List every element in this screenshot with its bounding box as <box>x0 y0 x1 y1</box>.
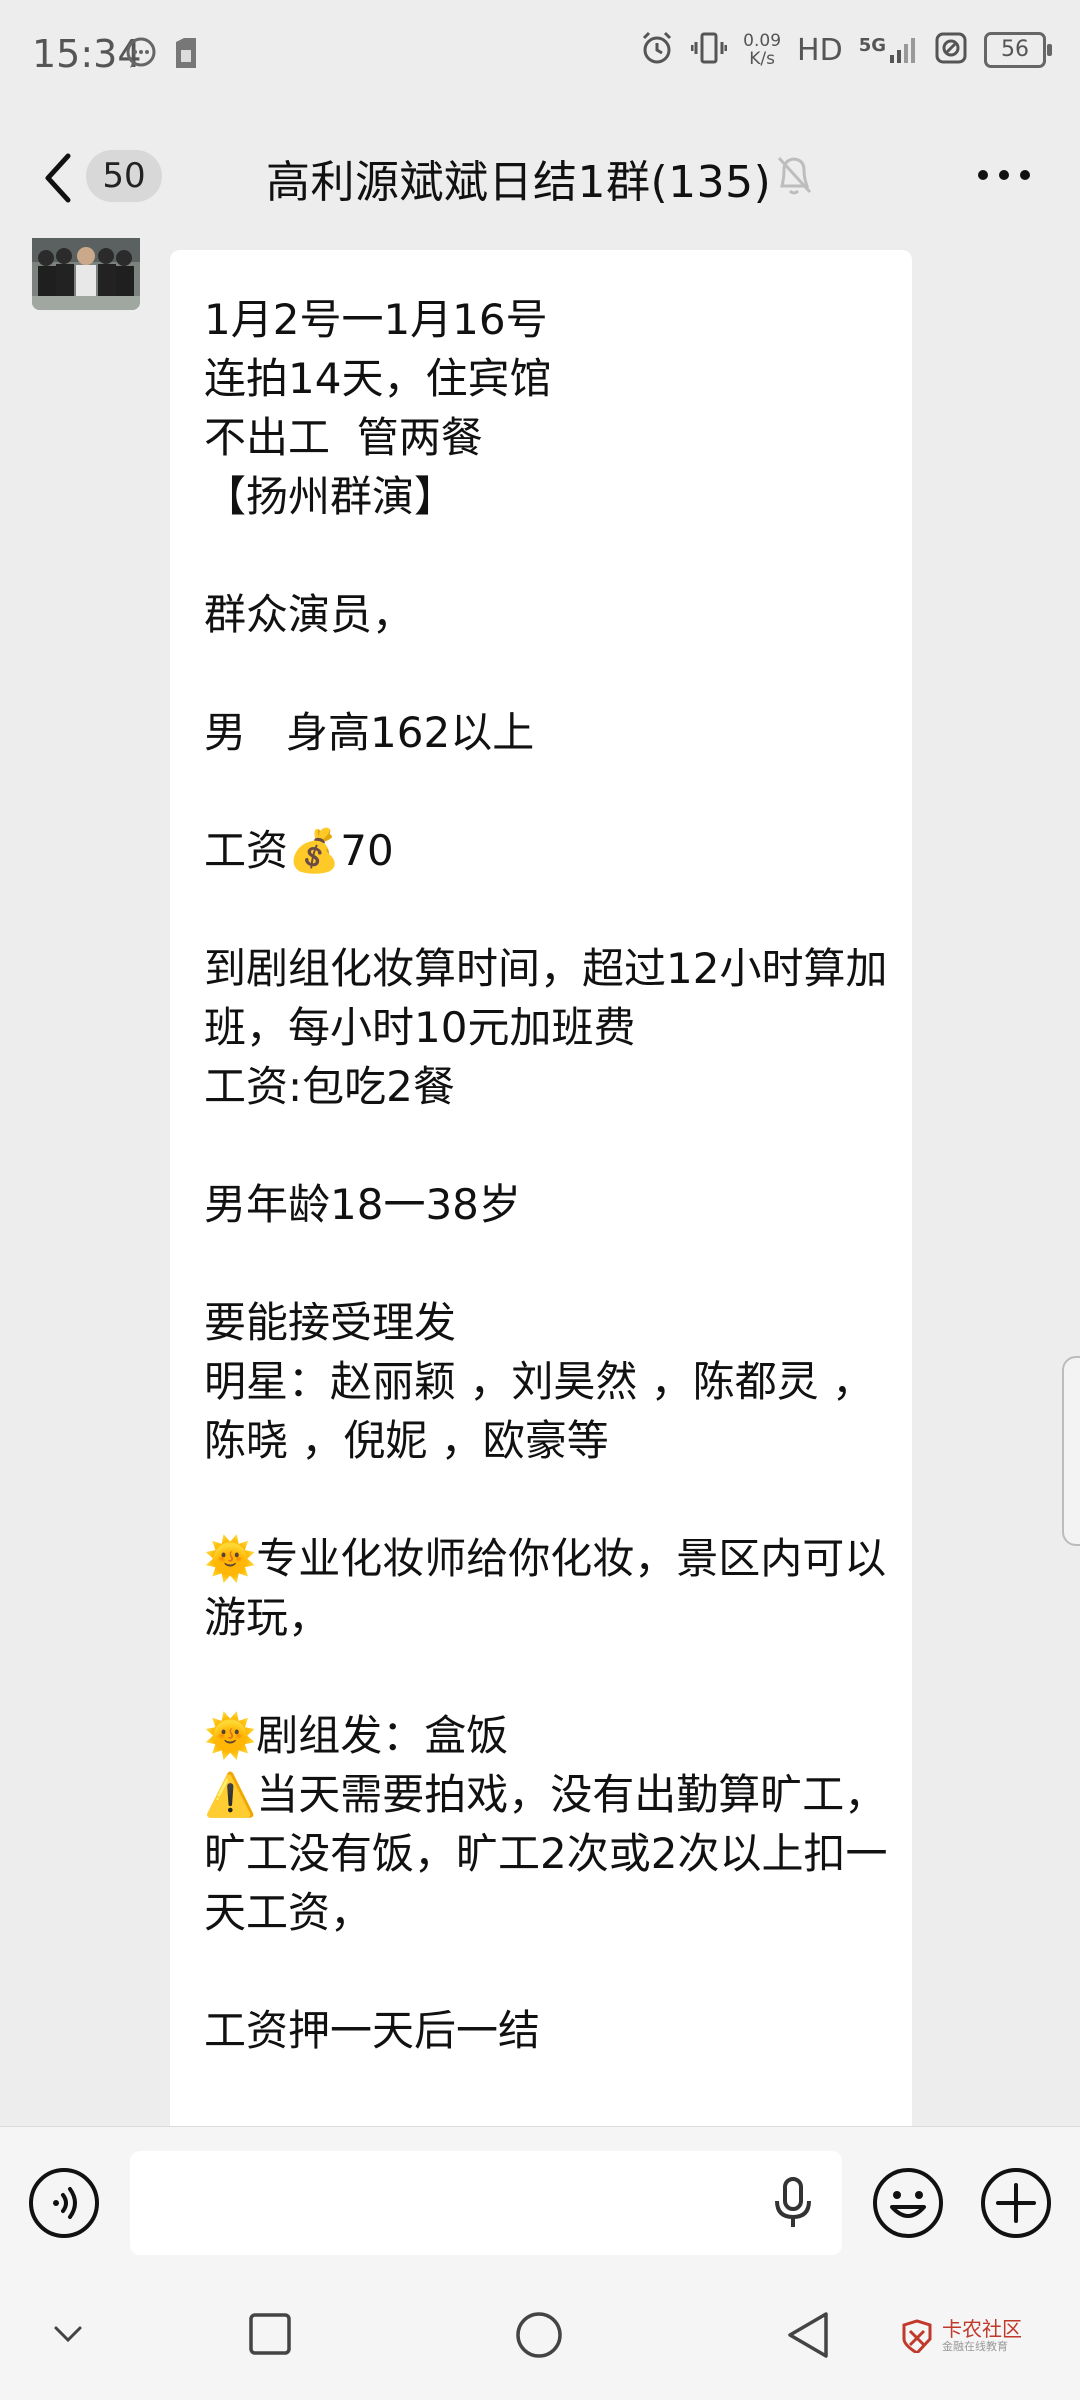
system-back-button[interactable] <box>784 2310 832 2360</box>
chat-message-area[interactable]: 1月2号一1月16号 连拍14天，住宾馆 不出工 管两餐 【扬州群演】 群众演员… <box>0 238 1080 2126</box>
chat-input-bar <box>0 2126 1080 2277</box>
voice-mode-button[interactable] <box>28 2167 100 2239</box>
battery-indicator: 56 <box>984 32 1052 68</box>
watermark-logo-icon <box>902 2319 932 2353</box>
vibrate-icon <box>690 30 728 70</box>
more-functions-button[interactable] <box>980 2167 1052 2239</box>
home-button[interactable] <box>514 2310 564 2360</box>
plus-icon <box>981 2168 1051 2238</box>
notification-icons <box>124 36 200 77</box>
circle-icon <box>516 2312 562 2358</box>
sim-card-icon <box>172 36 200 77</box>
signal-5g-icon: 5G <box>859 35 918 65</box>
chat-title: 高利源斌斌日结1群(135) <box>266 157 772 208</box>
emoji-button[interactable] <box>872 2167 944 2239</box>
triangle-back-icon <box>788 2312 828 2358</box>
net-speed-value: 0.09 <box>743 31 782 51</box>
data-saver-icon <box>934 31 968 69</box>
voice-wave-icon <box>29 2168 99 2238</box>
chevron-down-icon <box>54 2326 82 2343</box>
message-bubble[interactable]: 1月2号一1月16号 连拍14天，住宾馆 不出工 管两餐 【扬州群演】 群众演员… <box>170 250 912 2126</box>
square-icon <box>249 2313 291 2355</box>
microphone-button[interactable] <box>770 2175 816 2231</box>
recents-button[interactable] <box>248 2312 292 2356</box>
net-speed-unit: K/s <box>749 49 775 69</box>
unread-count-badge[interactable]: 50 <box>86 150 162 202</box>
system-navigation-bar: 卡农社区 金融在线教育 <box>0 2276 1080 2400</box>
hd-indicator: HD <box>797 32 843 68</box>
back-button[interactable] <box>36 150 82 206</box>
scroll-handle[interactable] <box>1062 1356 1080 1546</box>
message-text: 1月2号一1月16号 连拍14天，住宾馆 不出工 管两餐 【扬州群演】 群众演员… <box>204 295 888 2126</box>
smiley-icon <box>873 2168 943 2238</box>
alarm-icon <box>639 30 675 70</box>
status-right-icons: 0.09 K/s HD 5G 56 <box>639 30 1052 70</box>
chevron-left-icon <box>45 153 71 203</box>
message-bubble-icon <box>124 36 158 77</box>
mute-bell-icon <box>774 152 814 198</box>
sender-avatar[interactable] <box>32 238 140 310</box>
hide-nav-button[interactable] <box>50 2320 86 2350</box>
chat-title-bar: 50 高利源斌斌日结1群(135) <box>0 120 1080 236</box>
microphone-icon <box>775 2177 811 2227</box>
network-speed: 0.09 K/s <box>743 32 781 68</box>
status-bar: 15:34 0.09 K/s HD 5G 56 <box>0 0 1080 110</box>
more-dots-icon <box>978 170 1030 180</box>
watermark: 卡农社区 金融在线教育 <box>900 2318 1022 2354</box>
watermark-title: 卡农社区 <box>942 2317 1022 2341</box>
message-input[interactable] <box>130 2151 842 2255</box>
network-type-label: 5G <box>858 35 886 56</box>
more-options-button[interactable] <box>974 160 1034 190</box>
watermark-subtitle: 金融在线教育 <box>942 2340 1008 2353</box>
